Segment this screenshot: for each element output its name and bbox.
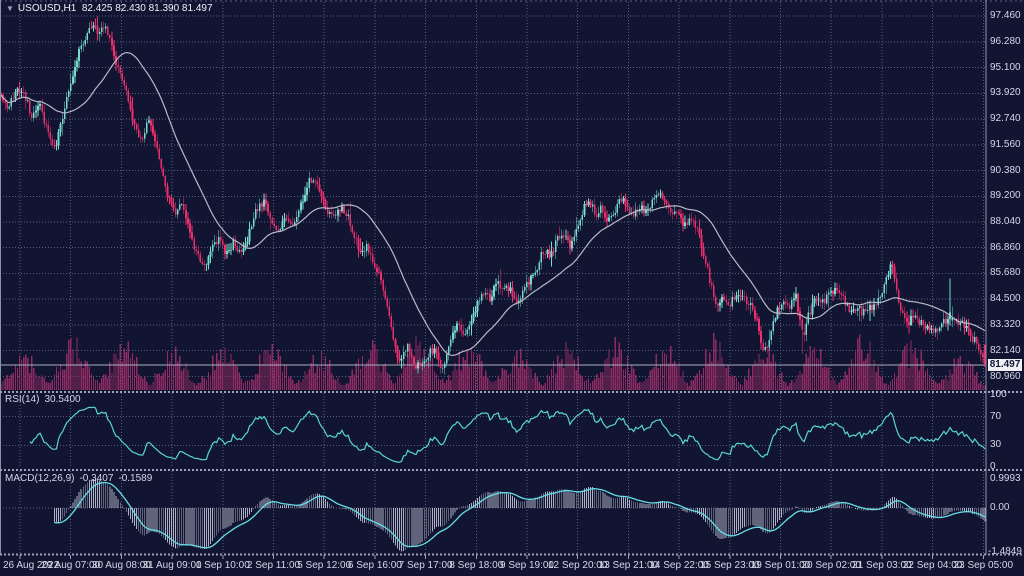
chart-dropdown-icon[interactable]: ▼ xyxy=(6,4,14,13)
rsi-panel[interactable] xyxy=(0,393,986,469)
chart-header: ▼ USOUSD,H1 82.425 82.430 81.390 81.497 xyxy=(6,3,213,15)
trading-chart-window: ▼USOUSD,H1 82.425 82.430 81.390 81.497 R… xyxy=(0,0,1024,576)
macd-panel[interactable] xyxy=(0,471,986,553)
symbol-period-label: USOUSD,H1 xyxy=(18,3,76,14)
price-chart-panel[interactable] xyxy=(0,0,986,391)
ohlc-values: 82.425 82.430 81.390 81.497 xyxy=(82,3,213,14)
